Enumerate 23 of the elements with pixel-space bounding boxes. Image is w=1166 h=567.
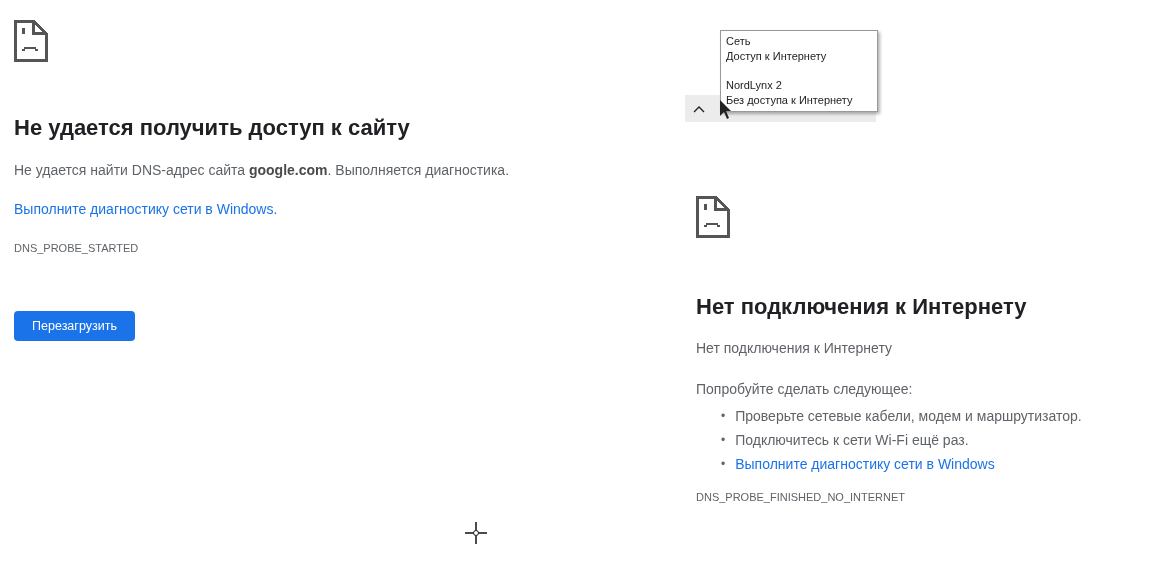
diagnostics-link[interactable]: Выполните диагностику сети в Windows: [735, 452, 995, 476]
reload-button[interactable]: Перезагрузить: [14, 311, 135, 341]
bullet: •: [721, 456, 726, 473]
network-status: Без доступа к Интернету: [726, 93, 854, 108]
network-status: Доступ к Интернету: [726, 49, 828, 64]
sad-page-icon: [696, 196, 730, 238]
network-name: NordLynx 2: [726, 78, 783, 93]
error-code: DNS_PROBE_FINISHED_NO_INTERNET: [696, 491, 906, 503]
suggestion-text: Проверьте сетевые кабели, модем и маршрутизатор.: [735, 407, 1082, 426]
crosshair-cursor-icon: [465, 522, 487, 544]
error-title: Нет подключения к Интернету: [696, 294, 1027, 320]
error-message: Нет подключения к Интернету: [696, 340, 892, 356]
diagnostics-link[interactable]: Выполните диагностику сети в Windows.: [14, 201, 278, 217]
chevron-up-icon[interactable]: [693, 104, 705, 113]
error-title: Не удается получить доступ к сайту: [14, 115, 410, 141]
bullet: •: [721, 408, 726, 425]
error-message: Не удается найти DNS-адрес сайта google.com. Выполняется диагностика.: [14, 162, 510, 178]
suggestions-heading: Попробуйте сделать следующее:: [696, 381, 913, 397]
bullet: •: [721, 432, 726, 449]
sad-page-icon: [14, 20, 48, 62]
network-name: Сеть: [726, 34, 752, 49]
suggestion-text: Подключитесь к сети Wi-Fi ещё раз.: [735, 431, 969, 450]
error-code: DNS_PROBE_STARTED: [14, 242, 139, 254]
